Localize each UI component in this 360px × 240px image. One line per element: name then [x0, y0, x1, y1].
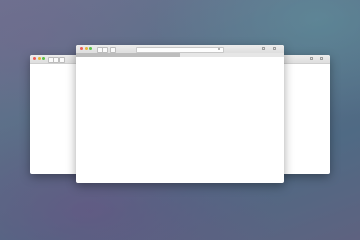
- minimize-icon[interactable]: [84, 47, 88, 50]
- share-icon[interactable]: [310, 57, 313, 60]
- reload-icon[interactable]: [218, 47, 220, 50]
- sidebar-icon[interactable]: [59, 56, 65, 63]
- browser-window-front: [76, 45, 284, 183]
- zoom-icon[interactable]: [42, 57, 45, 60]
- sidebar-icon[interactable]: [110, 46, 116, 53]
- tab-bar: [76, 53, 284, 57]
- share-icon[interactable]: [262, 47, 265, 50]
- zoom-icon[interactable]: [89, 47, 92, 50]
- titlebar: [278, 55, 330, 64]
- browser-window-back-right: [278, 55, 330, 174]
- close-icon[interactable]: [33, 57, 36, 60]
- tab-active[interactable]: [76, 53, 180, 57]
- tabs-icon[interactable]: [273, 47, 276, 50]
- tabs-icon[interactable]: [320, 57, 323, 60]
- forward-icon[interactable]: [102, 46, 108, 53]
- minimize-icon[interactable]: [37, 57, 41, 60]
- address-bar[interactable]: [136, 46, 224, 53]
- close-icon[interactable]: [80, 47, 83, 50]
- tab-inactive[interactable]: [180, 53, 284, 57]
